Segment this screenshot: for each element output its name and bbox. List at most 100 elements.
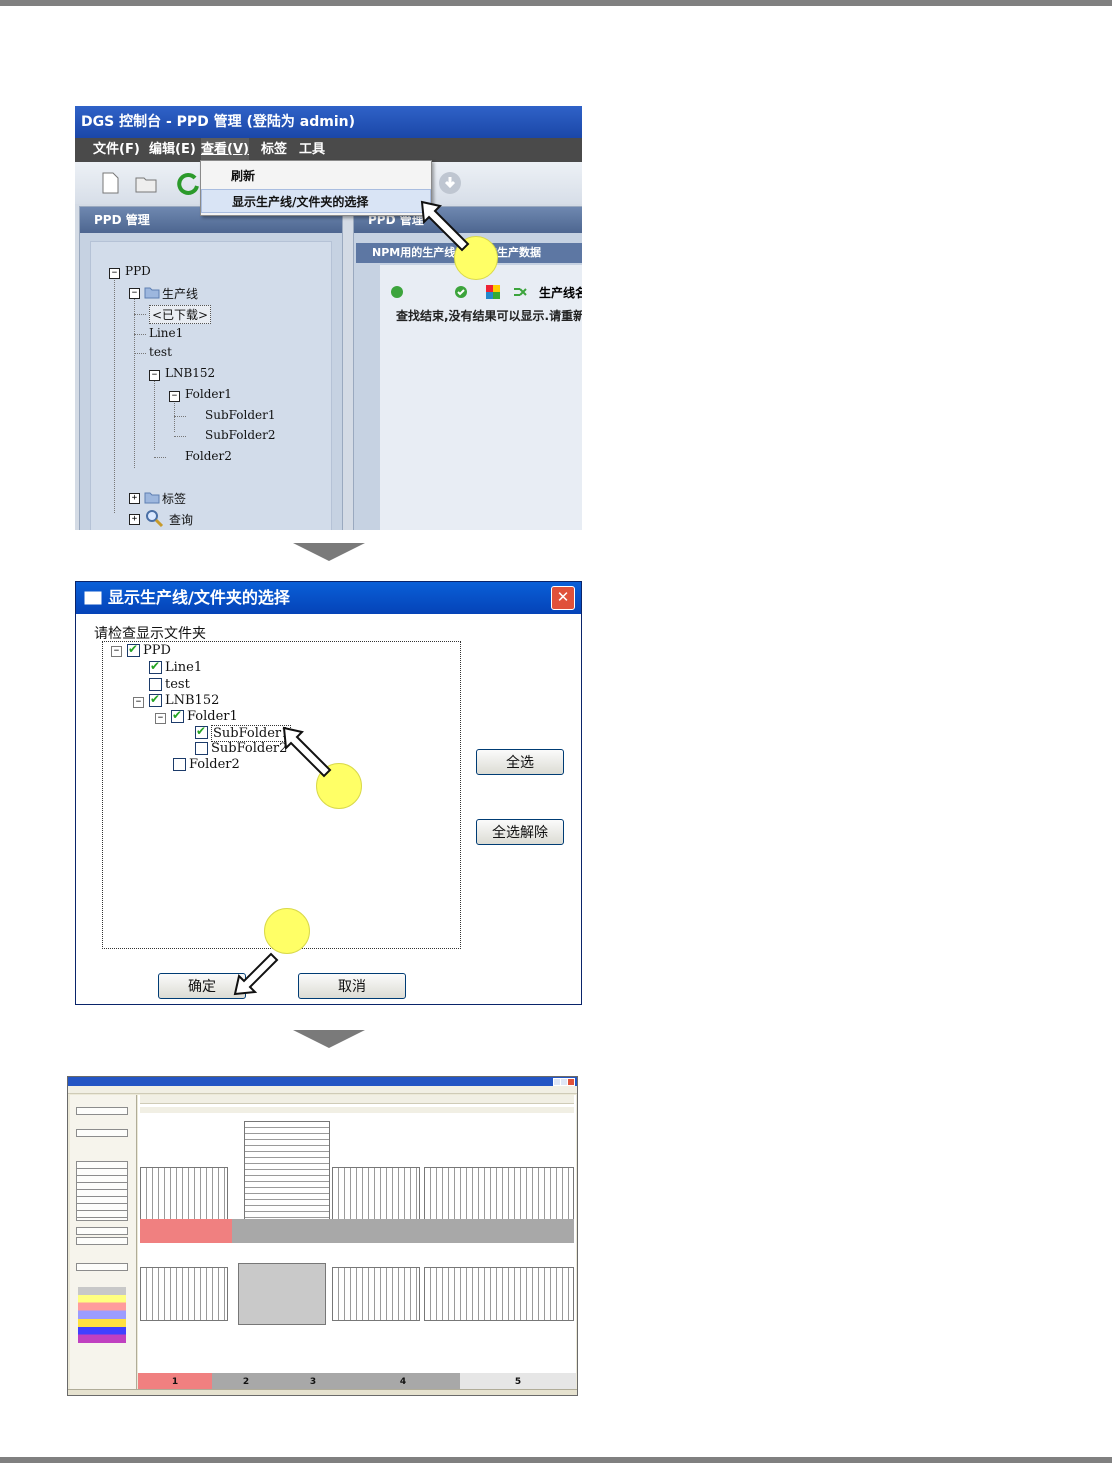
tree-label-subfolder2: SubFolder2: [211, 741, 288, 756]
tree-node-tags[interactable]: 标签: [162, 490, 186, 507]
checkbox-folder1[interactable]: [171, 708, 184, 723]
tree-node-folder2[interactable]: Folder2: [185, 449, 232, 463]
sidebar-button[interactable]: [76, 1227, 128, 1235]
expand-toggle-icon[interactable]: +: [129, 493, 140, 504]
checkbox-subfolder2[interactable]: [195, 742, 208, 755]
view-menu-dropdown: 刷新 显示生产线/文件夹的选择: [200, 160, 432, 216]
checkbox-folder2[interactable]: [173, 758, 186, 771]
thumbnail-sidebar: [70, 1095, 137, 1391]
tree-label-ppd: PPD: [143, 643, 171, 658]
screenshot-placement-editor-thumbnail: 1 2 3 4 5: [67, 1076, 578, 1396]
page-top-rule: [0, 0, 1112, 6]
menu-tags[interactable]: 标签: [261, 138, 287, 162]
collapse-toggle-icon[interactable]: −: [133, 697, 144, 708]
check-icon: [455, 286, 467, 298]
folder-icon: [144, 287, 160, 299]
column-header-line-name[interactable]: 生产线名: [539, 284, 582, 301]
download-status-icon: [391, 286, 403, 298]
tree-node-query[interactable]: 查询: [169, 511, 193, 528]
tree-node-subfolder2[interactable]: SubFolder2: [205, 428, 276, 442]
dialog-title-bar: 显示生产线/文件夹的选择 ✕: [76, 582, 581, 614]
open-folder-icon[interactable]: [133, 170, 159, 196]
tree-label-lnb152: LNB152: [165, 693, 220, 708]
ppd-tree: − PPD − 生产线 <已下载> Line1 test − LNB152 − …: [90, 241, 332, 530]
sidebar-button[interactable]: [76, 1107, 128, 1115]
cancel-button[interactable]: 取消: [298, 973, 406, 999]
tree-node-test[interactable]: test: [149, 345, 172, 359]
tree-node-ppd[interactable]: PPD: [125, 264, 151, 278]
menu-tools[interactable]: 工具: [299, 138, 325, 162]
expand-toggle-icon[interactable]: +: [129, 514, 140, 525]
feeder-rack[interactable]: [238, 1263, 326, 1325]
thumbnail-menu-bar: [68, 1086, 577, 1094]
step-down-arrow-icon: [293, 543, 365, 561]
collapse-toggle-icon[interactable]: −: [111, 646, 122, 657]
collapse-toggle-icon[interactable]: −: [155, 713, 166, 724]
menu-edit[interactable]: 编辑(E): [149, 138, 196, 162]
feeder-rack[interactable]: [332, 1267, 420, 1321]
feeder-rack[interactable]: [244, 1121, 330, 1221]
color-grid-icon: [486, 285, 500, 299]
menu-item-show-line-folder-selection[interactable]: 显示生产线/文件夹的选择: [201, 189, 431, 213]
thumbnail-main-area: 1 2 3 4 5: [138, 1095, 576, 1391]
refresh-icon[interactable]: [175, 170, 201, 196]
collapse-toggle-icon[interactable]: −: [169, 391, 180, 402]
menu-bar: 文件(F) 编辑(E) 查看(V) 标签 工具: [75, 138, 582, 162]
folder-icon: [144, 492, 160, 504]
pointer-arrow-icon: [420, 200, 470, 252]
checkbox-line1[interactable]: [149, 659, 162, 674]
collapse-toggle-icon[interactable]: −: [109, 268, 120, 279]
tree-node-lnb152[interactable]: LNB152: [165, 366, 215, 380]
close-button[interactable]: ✕: [551, 586, 575, 610]
dialog-title: 显示生产线/文件夹的选择: [108, 588, 290, 607]
sidebar-button-group[interactable]: [76, 1161, 128, 1221]
screenshot-folder-selection-dialog: 显示生产线/文件夹的选择 ✕ 请检查显示文件夹 − PPD Line1 test…: [75, 581, 582, 1005]
gray-band: [232, 1219, 574, 1243]
page-bottom-rule: [0, 1457, 1112, 1463]
tree-node-line1[interactable]: Line1: [149, 326, 183, 340]
select-all-button[interactable]: 全选: [476, 749, 564, 775]
tree-node-subfolder1[interactable]: SubFolder1: [205, 408, 276, 422]
no-results-message: 查找结束,没有结果可以显示.请重新: [396, 309, 582, 323]
checkbox-ppd[interactable]: [127, 642, 140, 657]
feeder-rack[interactable]: [424, 1167, 574, 1221]
pointer-arrow-icon: [282, 726, 332, 778]
checkbox-subfolder1[interactable]: [195, 724, 208, 739]
search-icon: [146, 510, 164, 528]
tree-node-production-lines[interactable]: 生产线: [162, 285, 198, 302]
feeder-rack[interactable]: [140, 1267, 228, 1321]
sidebar-button[interactable]: [76, 1129, 128, 1137]
download-icon[interactable]: [437, 170, 463, 196]
sidebar-button[interactable]: [76, 1263, 128, 1271]
tree-label-folder2: Folder2: [189, 757, 240, 772]
checkbox-test[interactable]: [149, 678, 162, 691]
tree-label-line1: Line1: [165, 660, 203, 675]
new-document-icon[interactable]: [97, 170, 123, 196]
tree-label-test: test: [165, 677, 190, 692]
checkbox-lnb152[interactable]: [149, 692, 162, 707]
tree-label-folder1: Folder1: [187, 709, 238, 724]
thumbnail-title-bar: [68, 1077, 577, 1086]
sidebar-button[interactable]: [76, 1237, 128, 1245]
ppd-tree-panel: PPD 管理 − PPD − 生产线 <已下载> Line1 test − LN…: [79, 206, 343, 530]
feeder-rack[interactable]: [332, 1167, 420, 1221]
folder-tree: − PPD Line1 test − LNB152 − Folder1: [102, 641, 461, 949]
menu-file[interactable]: 文件(F): [93, 138, 140, 162]
screenshot-ppd-manager: DGS 控制台 - PPD 管理 (登陆为 admin) 文件(F) 编辑(E)…: [75, 106, 582, 530]
tree-node-folder1[interactable]: Folder1: [185, 387, 232, 401]
highlight-band: [140, 1219, 232, 1243]
pointer-arrow-icon: [233, 952, 279, 996]
dialog-body: 请检查显示文件夹 − PPD Line1 test − LNB152 −: [76, 614, 581, 1004]
menu-view[interactable]: 查看(V): [201, 138, 249, 162]
menu-item-refresh[interactable]: 刷新: [201, 164, 431, 188]
deselect-all-button[interactable]: 全选解除: [476, 819, 564, 845]
close-icon[interactable]: [567, 1078, 575, 1086]
tree-node-downloaded[interactable]: <已下载>: [149, 305, 212, 324]
feeder-rack[interactable]: [140, 1167, 228, 1221]
thumbnail-status-bar: [68, 1389, 577, 1395]
window-title: DGS 控制台 - PPD 管理 (登陆为 admin): [75, 106, 582, 138]
collapse-toggle-icon[interactable]: −: [129, 288, 140, 299]
feeder-rack[interactable]: [424, 1267, 574, 1321]
collapse-toggle-icon[interactable]: −: [149, 370, 160, 381]
thumbnail-filter-row: [140, 1107, 574, 1113]
